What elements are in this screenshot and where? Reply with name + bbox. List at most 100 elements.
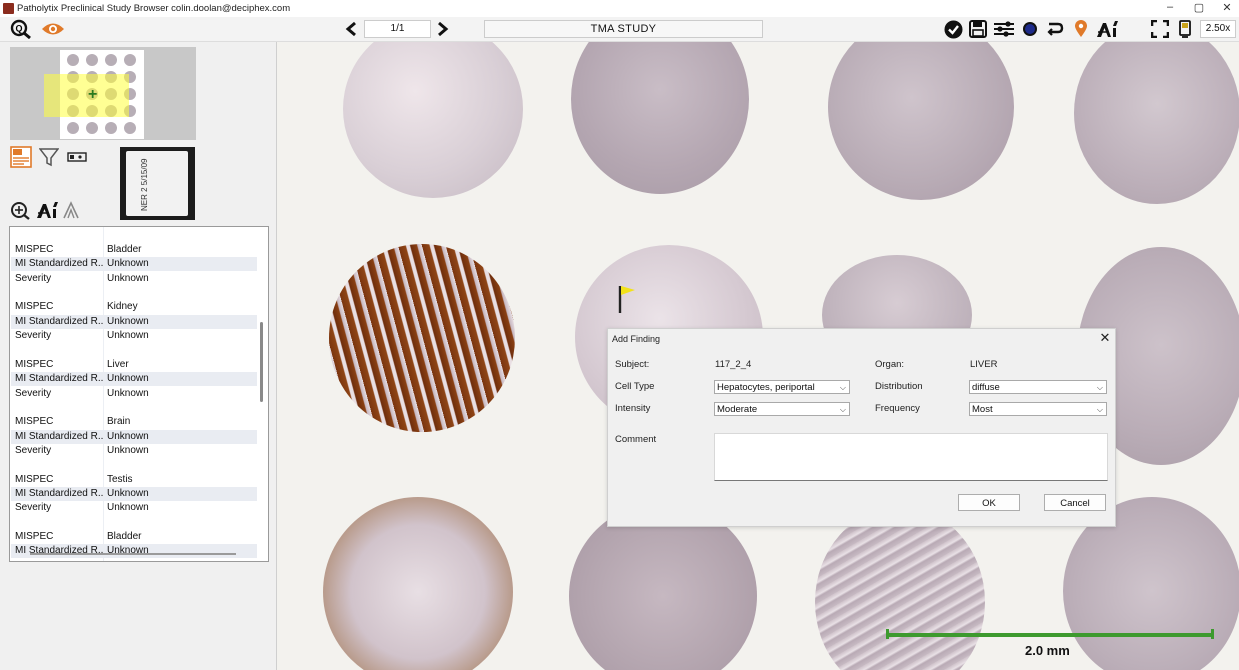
finding-value: Unknown: [107, 330, 149, 342]
finding-value: Unknown: [107, 444, 149, 456]
intensity-select[interactable]: Moderate ⌵: [714, 402, 850, 416]
finding-row[interactable]: Severity Unknown: [11, 444, 257, 458]
finding-key: Severity: [15, 272, 52, 284]
window-title: Patholytix Preclinical Study Browser col…: [17, 3, 291, 14]
fullscreen-icon[interactable]: [1150, 19, 1170, 39]
finding-row[interactable]: MISPEC Kidney: [11, 300, 257, 314]
finding-row[interactable]: Severity Unknown: [11, 329, 257, 343]
app-logo-icon: [3, 3, 14, 14]
distribution-select[interactable]: diffuse ⌵: [969, 380, 1107, 394]
finding-row[interactable]: MISPEC Bladder: [11, 530, 257, 544]
findings-list[interactable]: MISPEC Bladder MI Standardized R... Unknown…: [9, 226, 269, 562]
tissue-core: [1074, 42, 1239, 204]
intensity-label: Intensity: [615, 403, 651, 414]
finding-key: MI Standardized R...: [15, 487, 103, 499]
overview-viewport-rect[interactable]: [44, 74, 129, 117]
finding-flag-icon[interactable]: [617, 284, 639, 317]
title-bar: Patholytix Preclinical Study Browser col…: [0, 0, 1239, 17]
slide-label-view-icon[interactable]: [10, 146, 32, 168]
ai-outline-icon[interactable]: [62, 199, 84, 221]
finding-value: Unknown: [107, 373, 149, 385]
overview-core: [124, 122, 136, 134]
slide-tray-icon[interactable]: [1176, 19, 1194, 39]
finding-value: Unknown: [107, 272, 149, 284]
finding-key: MISPEC: [15, 473, 54, 485]
frequency-label: Frequency: [875, 403, 920, 414]
finding-row[interactable]: MI Standardized R... Unknown: [11, 372, 257, 387]
filter-icon[interactable]: [38, 146, 60, 168]
finding-row[interactable]: MISPEC Testis: [11, 473, 257, 487]
zoom-level[interactable]: 2.50x: [1200, 20, 1236, 38]
redo-path-icon[interactable]: [1045, 19, 1065, 39]
tissue-core: [323, 497, 513, 670]
svg-text:Q: Q: [15, 24, 22, 34]
finding-value: Kidney: [107, 301, 138, 313]
finding-row[interactable]: MISPEC Liver: [11, 358, 257, 372]
ai-detect-icon[interactable]: [35, 199, 61, 221]
location-pin-icon[interactable]: [1072, 19, 1090, 39]
overview-core: [86, 122, 98, 134]
save-icon[interactable]: [968, 19, 988, 39]
check-circle-icon[interactable]: [943, 19, 963, 39]
ai-assist-icon[interactable]: [1095, 19, 1121, 39]
search-zoom-icon[interactable]: Q: [9, 19, 33, 39]
finding-value: Unknown: [107, 487, 149, 499]
annotation-dot-icon[interactable]: [1021, 19, 1039, 39]
chevron-down-icon: ⌵: [1096, 383, 1103, 392]
tissue-core: [815, 507, 985, 670]
cell-type-value: Hepatocytes, periportal: [717, 382, 815, 393]
scale-bar-tick-right: [1211, 629, 1214, 639]
finding-key: MISPEC: [15, 531, 54, 542]
overview-core: [124, 54, 136, 66]
findings-horizontal-scrollbar[interactable]: [30, 553, 236, 555]
finding-row[interactable]: Severity Unknown: [11, 501, 257, 515]
page-indicator[interactable]: 1/1: [364, 20, 431, 38]
finding-key: Severity: [15, 387, 52, 399]
dialog-title: Add Finding: [612, 334, 661, 344]
previous-page-button[interactable]: [341, 19, 361, 39]
frequency-select[interactable]: Most ⌵: [969, 402, 1107, 416]
finding-row[interactable]: MISPEC Brain: [11, 415, 257, 429]
adjustments-icon[interactable]: [992, 19, 1016, 39]
scale-bar: [886, 629, 1214, 639]
ok-button[interactable]: OK: [958, 494, 1020, 511]
finding-value: Liver: [107, 358, 129, 370]
comment-label: Comment: [615, 434, 657, 445]
finding-value: Brain: [107, 416, 131, 428]
finding-row[interactable]: MI Standardized R... Unknown: [11, 257, 257, 272]
findings-vertical-scrollbar[interactable]: [260, 322, 263, 402]
eye-icon[interactable]: [40, 19, 66, 39]
distribution-value: diffuse: [972, 382, 1000, 393]
zoom-to-finding-icon[interactable]: [10, 199, 32, 221]
comment-textarea[interactable]: [714, 433, 1108, 481]
main-toolbar: Q 1/1 TMA STUDY 2.50x: [0, 17, 1239, 42]
organ-label: Organ:: [875, 359, 905, 370]
tissue-core: [828, 42, 1014, 200]
cell-type-select[interactable]: Hepatocytes, periportal ⌵: [714, 380, 850, 394]
minimize-button[interactable]: –: [1160, 1, 1180, 13]
finding-row[interactable]: MI Standardized R... Unknown: [11, 429, 257, 444]
finding-key: MISPEC: [15, 358, 54, 370]
finding-key: MI Standardized R...: [15, 373, 103, 385]
frequency-value: Most: [972, 404, 993, 415]
restore-button[interactable]: ▢: [1189, 1, 1209, 14]
close-window-button[interactable]: ✕: [1217, 1, 1237, 14]
slide-icon[interactable]: [66, 150, 88, 164]
dialog-close-button[interactable]: ✕: [1099, 330, 1111, 346]
finding-key: MI Standardized R...: [15, 315, 103, 327]
organ-value: LIVER: [970, 359, 998, 370]
finding-row[interactable]: MI Standardized R... Unknown: [11, 314, 257, 329]
next-page-button[interactable]: [433, 19, 453, 39]
tissue-core: [569, 502, 757, 670]
finding-row[interactable]: Severity Unknown: [11, 272, 257, 286]
finding-row[interactable]: Severity Unknown: [11, 387, 257, 401]
chevron-down-icon: ⌵: [839, 383, 846, 392]
finding-row[interactable]: MISPEC Bladder: [11, 243, 257, 257]
overview-core: [67, 54, 79, 66]
cancel-button[interactable]: Cancel: [1044, 494, 1106, 511]
slide-overview-map[interactable]: +: [10, 47, 196, 140]
finding-value: Unknown: [107, 315, 149, 327]
finding-row[interactable]: MI Standardized R... Unknown: [11, 486, 257, 501]
finding-row[interactable]: MI Standardized R... Unknown: [11, 544, 257, 559]
finding-value: Testis: [107, 473, 133, 485]
